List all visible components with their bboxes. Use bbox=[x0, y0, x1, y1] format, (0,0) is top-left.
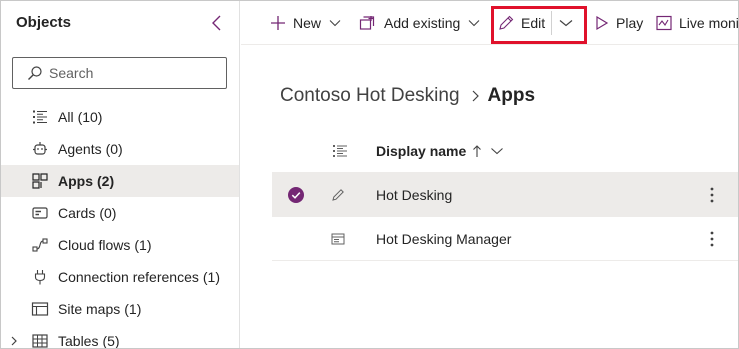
column-header-label: Display name bbox=[376, 143, 467, 159]
table-row[interactable]: Hot Desking Manager bbox=[272, 217, 738, 261]
sort-ascending-icon bbox=[473, 145, 482, 157]
form-icon bbox=[331, 233, 345, 245]
sidebar-item-site-maps[interactable]: Site maps (1) bbox=[1, 293, 239, 325]
sidebar-item-count: (10) bbox=[77, 109, 103, 125]
sidebar-item-label: Site maps bbox=[58, 301, 121, 317]
agent-icon bbox=[33, 142, 47, 155]
grid-header: Display name bbox=[272, 129, 738, 173]
sidebar-item-all[interactable]: All (10) bbox=[1, 101, 239, 133]
sidebar-item-count: (5) bbox=[102, 333, 120, 349]
sidebar-item-cloud-flows[interactable]: Cloud flows (1) bbox=[1, 229, 239, 261]
live-monitor-button[interactable]: Live moni bbox=[656, 1, 739, 45]
play-icon bbox=[596, 15, 609, 31]
sidebar-item-label: Apps bbox=[58, 173, 93, 189]
sidebar-item-agents[interactable]: Agents (0) bbox=[1, 133, 239, 165]
plug-icon bbox=[34, 270, 46, 285]
add-existing-button[interactable]: Add existing bbox=[359, 1, 480, 45]
list-icon[interactable] bbox=[332, 143, 348, 159]
table-row[interactable]: Hot Desking bbox=[272, 173, 738, 217]
sidebar-item-count: (1) bbox=[134, 237, 152, 253]
list-icon bbox=[33, 110, 47, 124]
monitor-icon bbox=[656, 15, 672, 31]
window: Objects Search All (10) Agents (0) Apps … bbox=[0, 0, 739, 349]
more-options-icon[interactable] bbox=[704, 185, 720, 205]
collapse-chevron-icon[interactable] bbox=[208, 13, 226, 33]
card-icon bbox=[32, 207, 48, 219]
sidebar-item-count: (2) bbox=[97, 173, 115, 189]
apps-grid: Display name Hot Desking Hot Desking Man… bbox=[272, 129, 738, 261]
flow-icon bbox=[32, 238, 48, 252]
sidebar-title: Objects bbox=[16, 14, 72, 31]
sidebar-item-count: (1) bbox=[202, 269, 220, 285]
sidebar-item-apps[interactable]: Apps (2) bbox=[1, 165, 239, 197]
sidebar-item-tables[interactable]: Tables (5) bbox=[1, 325, 239, 349]
edit-split-divider bbox=[551, 11, 552, 35]
sidebar-item-label: All bbox=[58, 109, 74, 125]
pencil-icon bbox=[332, 189, 344, 201]
sidebar-item-cards[interactable]: Cards (0) bbox=[1, 197, 239, 229]
sidebar-item-label: Agents bbox=[58, 141, 102, 157]
sidebar-item-label: Cloud flows bbox=[58, 237, 131, 253]
chevron-right-icon bbox=[472, 90, 479, 102]
pencil-icon bbox=[499, 15, 514, 30]
chevron-down-icon bbox=[491, 148, 504, 155]
edit-label: Edit bbox=[521, 15, 546, 31]
chevron-right-icon[interactable] bbox=[9, 334, 19, 348]
breadcrumb-parent[interactable]: Contoso Hot Desking bbox=[280, 85, 460, 107]
chevron-down-icon bbox=[329, 20, 341, 27]
plus-icon bbox=[271, 16, 285, 30]
search-input[interactable]: Search bbox=[12, 57, 227, 89]
new-button[interactable]: New bbox=[270, 1, 341, 45]
breadcrumb: Contoso Hot Desking Apps bbox=[280, 85, 535, 107]
column-header-display-name[interactable]: Display name bbox=[376, 143, 504, 159]
play-button[interactable]: Play bbox=[595, 1, 643, 45]
add-existing-icon bbox=[359, 16, 375, 30]
sidebar-item-label: Cards bbox=[58, 205, 96, 221]
breadcrumb-current: Apps bbox=[487, 85, 536, 106]
sitemap-icon bbox=[31, 302, 49, 316]
new-label: New bbox=[293, 15, 322, 31]
sidebar-item-connection-references[interactable]: Connection references (1) bbox=[1, 261, 239, 293]
sidebar-item-count: (1) bbox=[124, 301, 142, 317]
checkmark-circle-icon[interactable] bbox=[288, 187, 304, 203]
table-icon bbox=[32, 334, 48, 348]
sidebar-item-count: (0) bbox=[99, 205, 117, 221]
search-placeholder: Search bbox=[49, 65, 94, 81]
sidebar-item-label: Tables bbox=[58, 333, 99, 349]
sidebar-nav: All (10) Agents (0) Apps (2) Cards (0) C… bbox=[1, 101, 239, 349]
edit-dropdown-button[interactable] bbox=[559, 1, 573, 45]
command-bar: New Add existing Edit Play Live moni bbox=[241, 1, 739, 45]
live-monitor-label: Live moni bbox=[679, 15, 739, 31]
add-existing-label: Add existing bbox=[384, 15, 461, 31]
chevron-down-icon bbox=[468, 20, 480, 27]
row-display-name[interactable]: Hot Desking bbox=[376, 187, 452, 203]
row-display-name[interactable]: Hot Desking Manager bbox=[376, 231, 511, 247]
sidebar-item-count: (0) bbox=[105, 141, 123, 157]
objects-sidebar: Objects Search All (10) Agents (0) Apps … bbox=[1, 1, 240, 349]
chevron-down-icon bbox=[559, 20, 573, 27]
search-icon bbox=[28, 66, 42, 80]
apps-icon bbox=[32, 173, 48, 189]
more-options-icon[interactable] bbox=[704, 229, 720, 249]
play-label: Play bbox=[616, 15, 644, 31]
sidebar-item-label: Connection references bbox=[58, 269, 199, 285]
edit-button[interactable]: Edit bbox=[498, 1, 545, 45]
